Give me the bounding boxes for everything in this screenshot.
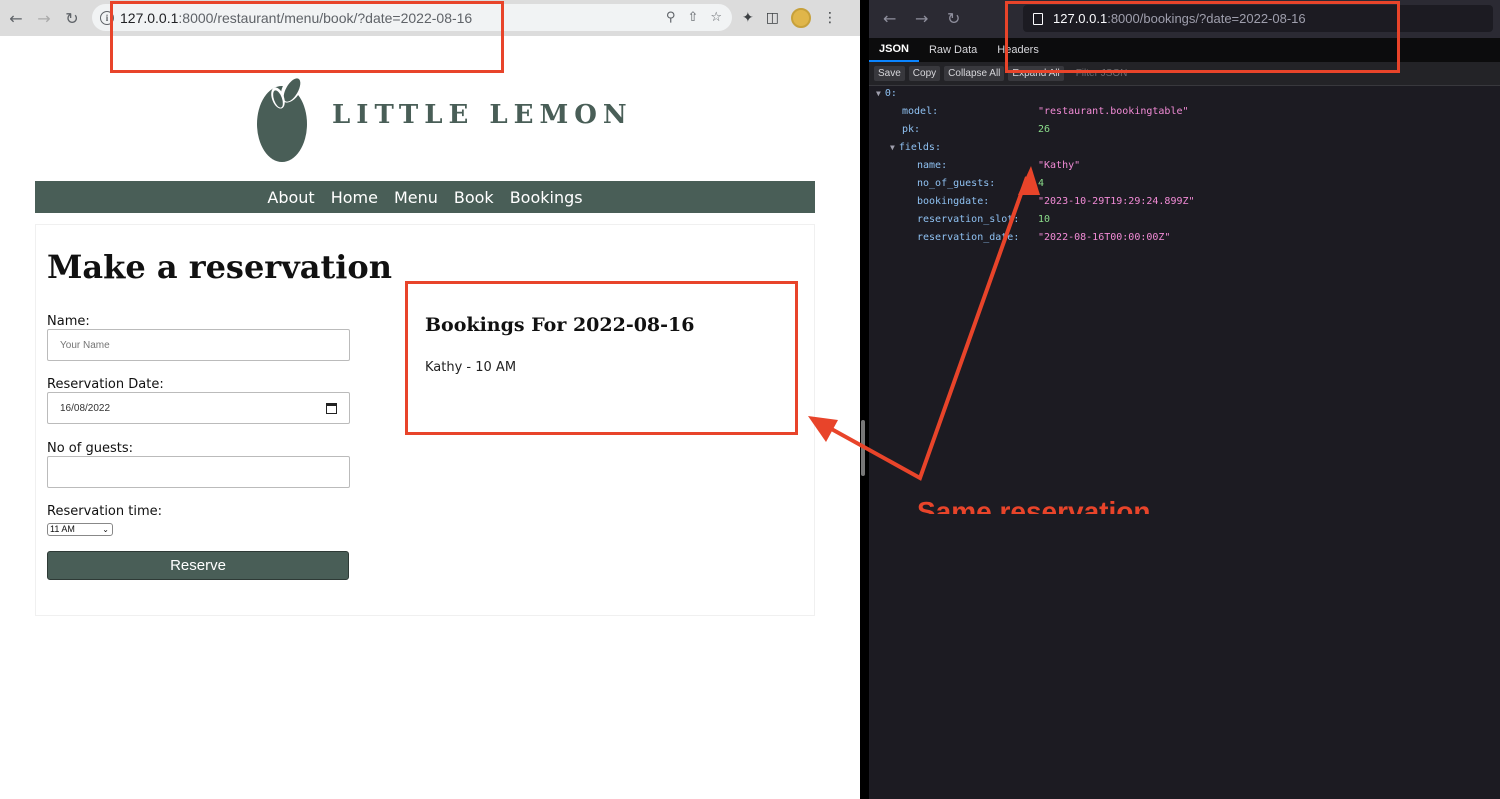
save-button[interactable]: Save	[874, 66, 905, 81]
json-val-slot: 10	[1038, 211, 1050, 229]
bookmark-star-icon[interactable]: ☆	[710, 10, 722, 25]
json-key-name: name:	[917, 160, 948, 171]
annotation-box-right-url	[1005, 1, 1400, 73]
copy-button[interactable]: Copy	[908, 66, 941, 81]
tab-raw-data[interactable]: Raw Data	[919, 38, 987, 62]
forward-icon[interactable]: →	[30, 4, 58, 32]
json-key-resdate: reservation_date:	[917, 232, 1020, 243]
json-key-slot: reservation_slot:	[917, 214, 1020, 225]
time-label: Reservation time:	[47, 504, 163, 519]
time-select-value: 11 AM	[50, 524, 75, 534]
divider-grip[interactable]	[861, 420, 865, 476]
site-logo[interactable]: LITTLE LEMON	[254, 72, 633, 164]
collapse-all-button[interactable]: Collapse All	[944, 66, 1005, 81]
date-input[interactable]: 16/08/2022	[47, 392, 350, 424]
guests-input[interactable]	[47, 456, 350, 488]
json-row-model: model:	[902, 103, 938, 121]
date-value: 16/08/2022	[60, 402, 111, 414]
name-input[interactable]: Your Name	[47, 329, 350, 361]
json-val-guests: 4	[1038, 175, 1044, 193]
profile-avatar[interactable]	[790, 7, 811, 28]
json-value-guests: 4	[1038, 178, 1045, 189]
json-row-fields[interactable]: ▼ fields:	[890, 139, 941, 157]
json-row-index[interactable]: ▼ 0:	[876, 85, 897, 103]
json-row-guests: no_of_guests:	[917, 175, 995, 193]
json-val-resdate: "2022-08-16T00:00:00Z"	[1038, 229, 1170, 247]
share-icon[interactable]: ⇧	[687, 10, 698, 25]
json-val-name: "Kathy"	[1038, 157, 1080, 175]
nav-menu[interactable]: Menu	[394, 188, 438, 207]
reserve-button[interactable]: Reserve	[47, 551, 349, 580]
calendar-icon[interactable]	[326, 403, 337, 414]
right-back-icon[interactable]: ←	[883, 9, 896, 28]
tab-json[interactable]: JSON	[869, 38, 919, 62]
json-row-slot: reservation_slot:	[917, 211, 1019, 229]
json-row-name: name:	[917, 157, 947, 175]
window-divider[interactable]	[860, 0, 869, 799]
menu-kebab-icon[interactable]: ⋮	[823, 10, 837, 26]
date-label: Reservation Date:	[47, 377, 164, 392]
json-key-guests: no_of_guests:	[917, 178, 996, 189]
right-forward-icon[interactable]: →	[915, 9, 928, 28]
side-panel-icon[interactable]: ◫	[766, 10, 779, 26]
json-val-bookingdate: "2023-10-29T19:29:24.899Z"	[1038, 193, 1195, 211]
json-row-pk: pk:	[902, 121, 920, 139]
time-select[interactable]: 11 AM ⌄	[47, 523, 113, 536]
annotation-caption: Same reservation	[917, 496, 1151, 514]
browser-actions: ✦ ◫ ⋮	[742, 4, 837, 31]
json-key-fields: fields:	[898, 142, 941, 153]
omnibox-actions: ⚲ ⇧ ☆	[666, 4, 722, 31]
json-key-model: model:	[902, 106, 939, 117]
chevron-down-icon: ⌄	[102, 525, 109, 534]
json-row-resdate: reservation_date:	[917, 229, 1019, 247]
reload-icon[interactable]: ↻	[58, 4, 86, 32]
nav-about[interactable]: About	[267, 188, 314, 207]
logo-text: LITTLE LEMON	[332, 100, 633, 130]
json-index: 0:	[884, 88, 897, 99]
nav-bookings[interactable]: Bookings	[510, 188, 583, 207]
json-value-pk: 26	[1038, 124, 1051, 135]
extensions-puzzle-icon[interactable]: ✦	[742, 10, 754, 26]
json-key-pk: pk:	[902, 124, 921, 135]
back-icon[interactable]: ←	[2, 4, 30, 32]
name-label: Name:	[47, 314, 90, 329]
json-value-model: "restaurant.bookingtable"	[1038, 106, 1189, 117]
annotation-box-bookings	[405, 281, 798, 435]
json-row-bookingdate: bookingdate:	[917, 193, 989, 211]
expand-triangle-icon[interactable]: ▼	[890, 143, 895, 152]
json-value-bookingdate: "2023-10-29T19:29:24.899Z"	[1038, 196, 1195, 207]
json-val-model: "restaurant.bookingtable"	[1038, 103, 1189, 121]
json-val-pk: 26	[1038, 121, 1050, 139]
lemon-logo-icon	[257, 73, 307, 162]
nav-book[interactable]: Book	[454, 188, 494, 207]
nav-home[interactable]: Home	[331, 188, 378, 207]
json-value-slot: 10	[1038, 214, 1051, 225]
annotation-box-left-url	[110, 1, 504, 73]
expand-triangle-icon[interactable]: ▼	[876, 89, 881, 98]
site-nav: About Home Menu Book Bookings	[35, 181, 815, 213]
json-key-bookingdate: bookingdate:	[917, 196, 990, 207]
guests-label: No of guests:	[47, 441, 133, 456]
zoom-icon[interactable]: ⚲	[666, 10, 676, 25]
right-reload-icon[interactable]: ↻	[947, 9, 960, 28]
page-title: Make a reservation	[47, 248, 393, 286]
json-value-resdate: "2022-08-16T00:00:00Z"	[1038, 232, 1171, 243]
json-value-name: "Kathy"	[1038, 160, 1081, 171]
